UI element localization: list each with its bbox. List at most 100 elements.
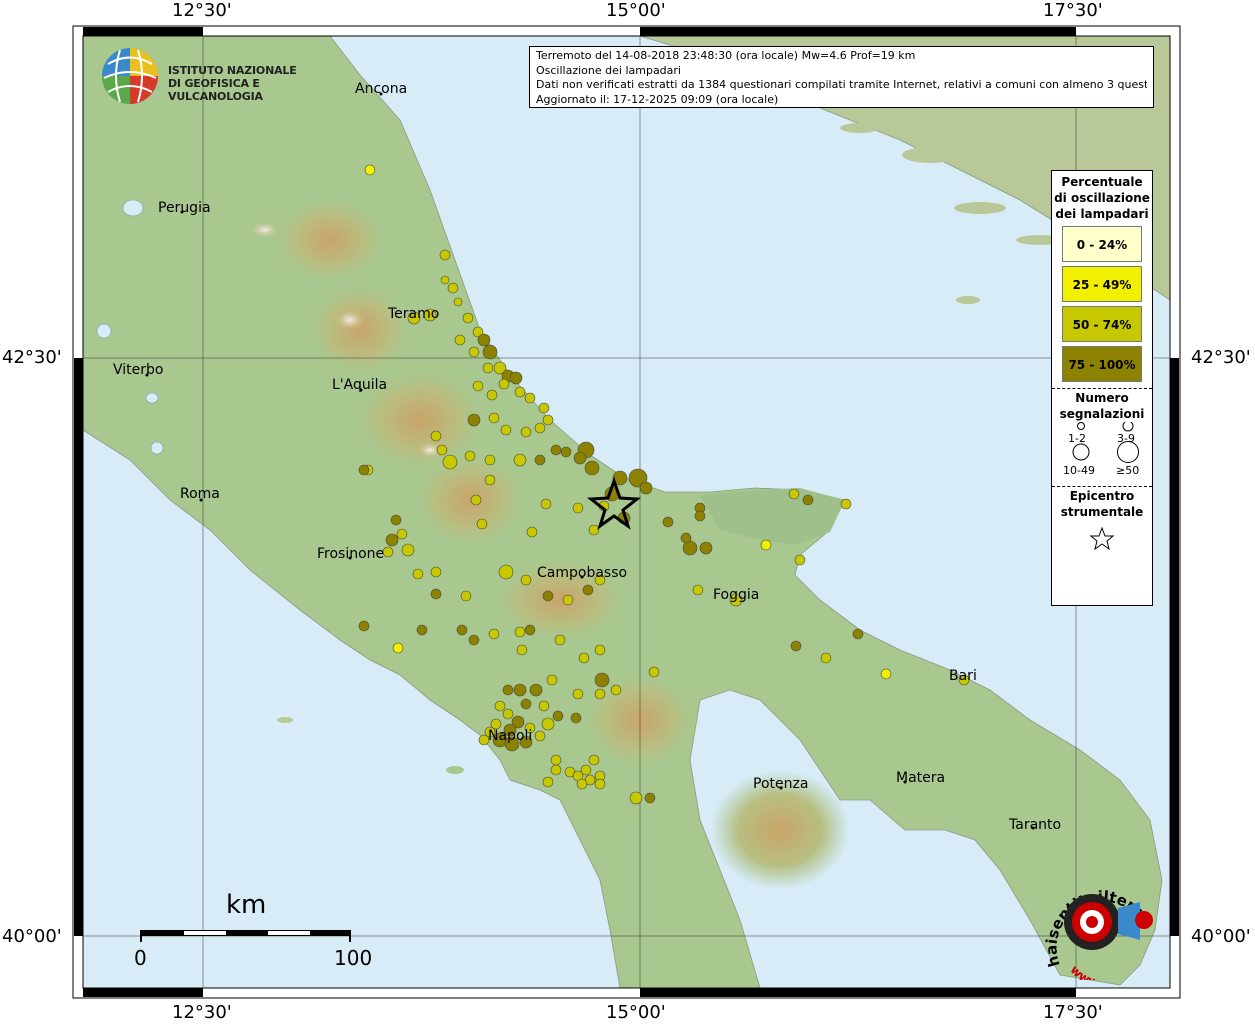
city-label: Taranto — [1009, 817, 1062, 833]
questionnaire-point — [516, 644, 528, 656]
city-label: L'Aquila — [332, 377, 388, 393]
legend-class-swatch: 0 - 24% — [1062, 226, 1142, 262]
questionnaire-point — [852, 628, 864, 640]
questionnaire-point — [572, 502, 584, 514]
questionnaire-point — [529, 683, 543, 697]
questionnaire-point — [514, 626, 526, 638]
questionnaire-point — [610, 684, 622, 696]
questionnaire-point — [472, 380, 484, 392]
questionnaire-point — [382, 546, 394, 558]
questionnaire-point — [436, 444, 448, 456]
questionnaire-point — [476, 518, 488, 530]
logo-line: DI GEOFISICA E VULCANOLOGIA — [168, 77, 263, 103]
questionnaire-point — [401, 543, 415, 557]
questionnaire-point — [520, 698, 532, 710]
questionnaire-point — [464, 450, 476, 462]
questionnaire-point — [477, 333, 491, 347]
questionnaire-point — [412, 568, 424, 580]
city-label: Ancona — [355, 81, 408, 97]
legend-class-swatch: 75 - 100% — [1062, 346, 1142, 382]
lat-label: 42°30' — [1191, 347, 1251, 368]
questionnaire-point — [788, 488, 800, 500]
ingv-logo: ISTITUTO NAZIONALE DI GEOFISICA E VULCAN… — [100, 48, 340, 108]
questionnaire-point — [802, 494, 814, 506]
questionnaire-point — [760, 539, 772, 551]
update-time: Aggiornato il: 17-12-2025 09:09 (ora loc… — [536, 92, 779, 106]
questionnaire-point — [644, 792, 656, 804]
questionnaire-point — [468, 634, 480, 646]
questionnaire-point — [538, 700, 550, 712]
questionnaire-point — [500, 424, 512, 436]
lat-label: 40°00' — [1191, 926, 1251, 947]
questionnaire-point — [550, 754, 562, 766]
lake — [150, 441, 164, 455]
questionnaire-point — [520, 426, 532, 438]
questionnaire-point — [570, 712, 582, 724]
city-label: Potenza — [753, 776, 809, 792]
mountain-peak — [335, 310, 365, 330]
questionnaire-point — [454, 334, 466, 346]
event-info: Terremoto del 14-08-2018 23:48:30 (ora l… — [536, 49, 916, 62]
questionnaire-point — [576, 778, 588, 790]
lake — [96, 323, 112, 339]
lake — [145, 392, 159, 404]
questionnaire-point — [572, 688, 584, 700]
questionnaire-point — [358, 620, 370, 632]
info-box: Terremoto del 14-08-2018 23:48:30 (ora l… — [529, 46, 1154, 108]
questionnaire-point — [550, 444, 562, 456]
scale-start: 0 — [134, 946, 147, 970]
questionnaire-point — [364, 164, 376, 176]
legend: Percentuale di oscillazione dei lampadar… — [1051, 170, 1153, 606]
mountain-area — [305, 280, 415, 380]
questionnaire-point — [594, 688, 606, 700]
mountain-peak — [251, 222, 279, 238]
questionnaire-point — [502, 708, 514, 720]
questionnaire-point — [582, 584, 594, 596]
questionnaire-point — [573, 451, 587, 465]
questionnaire-point — [541, 717, 555, 731]
questionnaire-point — [534, 730, 546, 742]
questionnaire-point — [430, 566, 442, 578]
city-label: Frosinone — [317, 546, 385, 562]
questionnaire-point — [542, 590, 554, 602]
city-label: Perugia — [158, 200, 211, 216]
questionnaire-point — [546, 674, 558, 686]
questionnaire-point — [588, 524, 600, 536]
questionnaire-point — [456, 624, 468, 636]
questionnaire-point — [594, 672, 610, 688]
questionnaire-point — [588, 754, 600, 766]
count-label: 10-49 — [1063, 464, 1095, 477]
questionnaire-point — [430, 588, 442, 600]
questionnaire-point — [447, 282, 459, 294]
questionnaire-point — [488, 628, 500, 640]
questionnaire-point — [513, 683, 527, 697]
questionnaire-point — [390, 514, 402, 526]
questionnaire-point — [540, 498, 552, 510]
questionnaire-point — [460, 590, 472, 602]
globe-icon — [102, 48, 158, 104]
lon-label: 17°30' — [1043, 0, 1103, 21]
lon-label: 12°30' — [172, 1002, 232, 1023]
questionnaire-point — [578, 652, 590, 664]
island — [446, 766, 464, 774]
city-label: Roma — [180, 486, 220, 502]
city-label: Matera — [896, 770, 946, 786]
questionnaire-point — [538, 402, 550, 414]
questionnaire-point — [534, 454, 546, 466]
mountain-area — [270, 195, 390, 285]
questionnaire-point — [513, 453, 527, 467]
questionnaire-point — [699, 541, 713, 555]
questionnaire-point — [594, 644, 606, 656]
questionnaire-point — [467, 413, 481, 427]
count-label: 3-9 — [1117, 432, 1135, 445]
questionnaire-point — [584, 460, 600, 476]
questionnaire-point — [392, 642, 404, 654]
questionnaire-point — [580, 764, 592, 776]
city-label: Campobasso — [537, 565, 628, 581]
questionnaire-point — [552, 710, 564, 722]
questionnaire-point — [482, 344, 498, 360]
questionnaire-point — [542, 776, 554, 788]
city-label: Napoli — [488, 728, 533, 744]
scale-end: 100 — [334, 946, 373, 970]
questionnaire-point — [880, 668, 892, 680]
